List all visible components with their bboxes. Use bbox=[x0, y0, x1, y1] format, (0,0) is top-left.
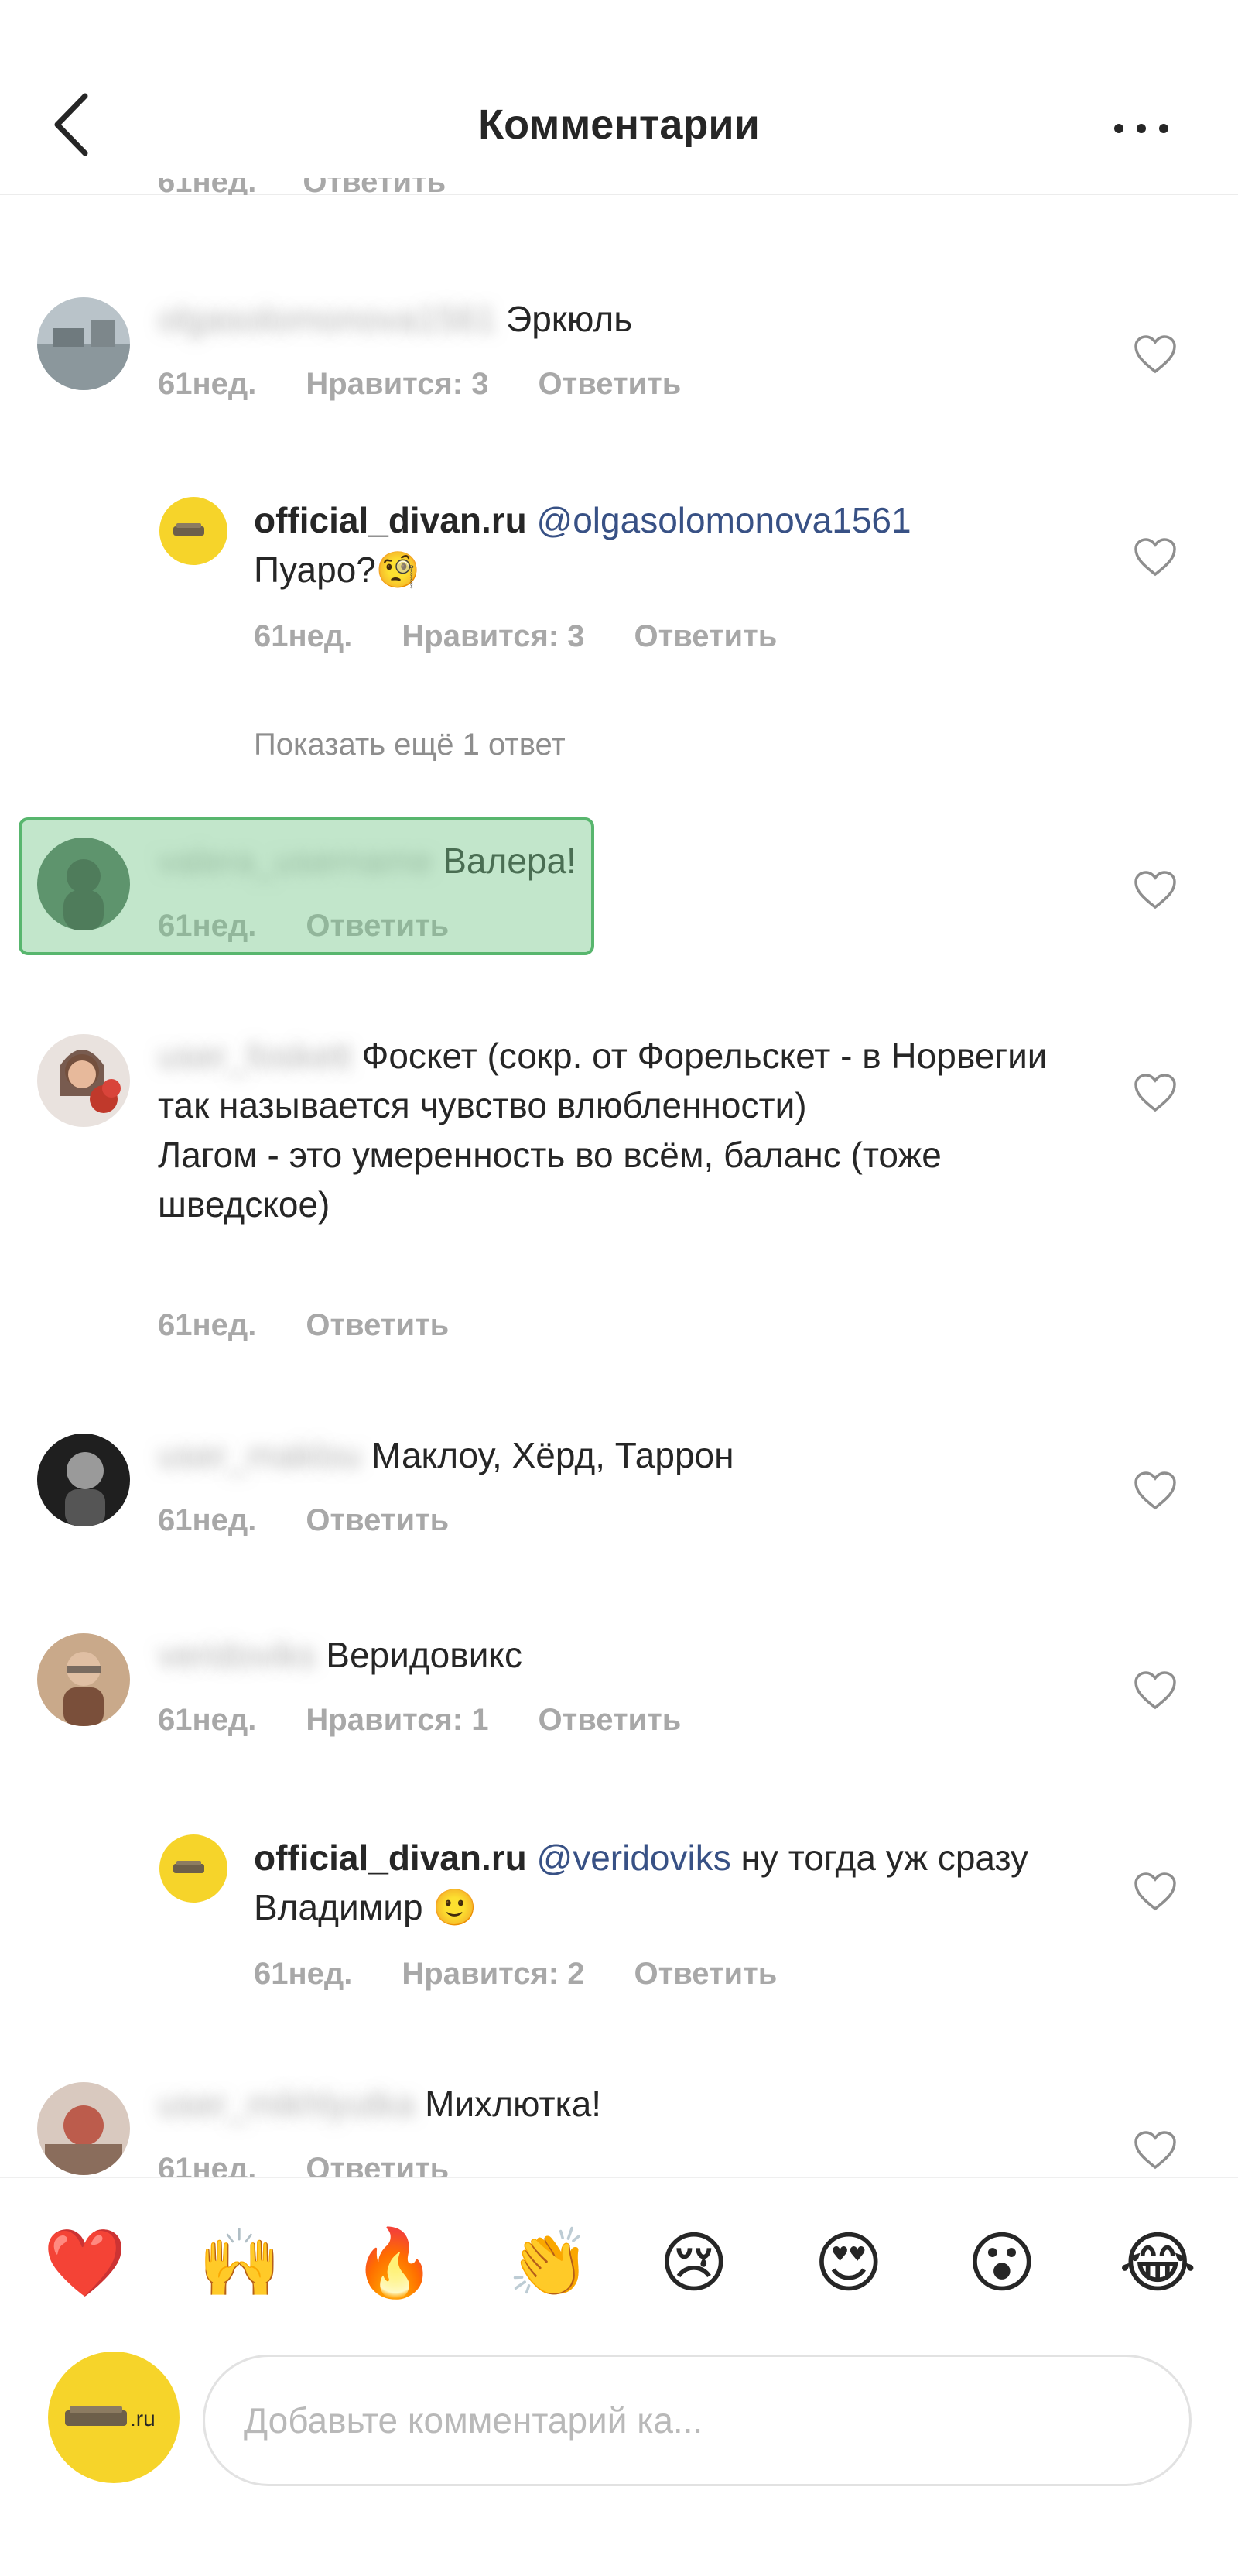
avatar[interactable] bbox=[37, 838, 130, 930]
reply-time: 61нед. bbox=[254, 1957, 353, 1991]
show-more-replies-button[interactable]: Показать ещё 1 ответ bbox=[254, 728, 566, 762]
avatar[interactable] bbox=[159, 1834, 227, 1903]
likes-count[interactable]: Нравится: 3 bbox=[306, 367, 488, 401]
mention-link[interactable]: @veridoviks bbox=[537, 1838, 731, 1878]
comment-username[interactable]: user_mikhlyutka bbox=[158, 2079, 415, 2129]
reply-username[interactable]: official_divan.ru bbox=[254, 500, 527, 540]
comment-username[interactable]: valera_username bbox=[158, 836, 433, 886]
comment-input[interactable]: Добавьте комментарий ка... bbox=[203, 2355, 1192, 2486]
page-title: Комментарии bbox=[478, 101, 760, 148]
comment-text: Эркюль bbox=[506, 299, 633, 339]
comment-time: 61нед. bbox=[158, 1703, 257, 1737]
reply-button[interactable]: Ответить bbox=[634, 619, 777, 653]
comment-username[interactable]: user_foskett bbox=[158, 1031, 352, 1081]
likes-count[interactable]: Нравится: 1 bbox=[306, 1703, 488, 1737]
emoji-surprised-button[interactable]: 😮 bbox=[967, 2225, 1037, 2302]
my-avatar: .ru bbox=[48, 2352, 180, 2483]
emoji-heart-button[interactable]: ❤️ bbox=[43, 2225, 126, 2302]
avatar[interactable] bbox=[37, 1633, 130, 1726]
emoji-quick-bar: ❤️ 🙌 🔥 👏 😢 😍 😮 😂 bbox=[0, 2177, 1238, 2331]
mention-link[interactable]: @olgasolomonova1561 bbox=[537, 500, 911, 540]
reply-username[interactable]: official_divan.ru bbox=[254, 1838, 527, 1878]
header-bar: Комментарии bbox=[0, 0, 1238, 195]
reply-button[interactable]: Ответить bbox=[538, 367, 681, 401]
avatar-logo-text: .ru bbox=[130, 2406, 156, 2430]
likes-count[interactable]: Нравится: 3 bbox=[402, 619, 584, 653]
emoji-crying-button[interactable]: 😢 bbox=[659, 2225, 729, 2302]
comment-username[interactable]: user_maklou bbox=[158, 1430, 361, 1480]
comment-text: Михлютка! bbox=[425, 2084, 602, 2124]
reply-button[interactable]: Ответить bbox=[538, 1703, 681, 1737]
reply-time: 61нед. bbox=[254, 619, 353, 653]
heart-outline-icon[interactable] bbox=[1134, 1073, 1177, 1113]
likes-count[interactable]: Нравится: 2 bbox=[402, 1957, 584, 1991]
comment-username[interactable]: olgasolomonova1561 bbox=[158, 294, 496, 344]
heart-outline-icon[interactable] bbox=[1134, 334, 1177, 375]
avatar[interactable] bbox=[37, 1434, 130, 1526]
comment-text: Веридовикс bbox=[326, 1635, 523, 1675]
avatar[interactable] bbox=[159, 497, 227, 565]
heart-outline-icon[interactable] bbox=[1134, 870, 1177, 910]
emoji-raised-hands-button[interactable]: 🙌 bbox=[198, 2225, 281, 2302]
more-dots-icon[interactable] bbox=[1106, 105, 1176, 152]
comment-text: Маклоу, Хёрд, Таррон bbox=[371, 1435, 734, 1475]
comment-composer: .ru Добавьте комментарий ка... bbox=[0, 2330, 1238, 2576]
heart-outline-icon[interactable] bbox=[1134, 1670, 1177, 1711]
reply-button[interactable]: Ответить bbox=[306, 1503, 449, 1537]
reply-text: Пуаро? bbox=[254, 550, 376, 590]
heart-outline-icon[interactable] bbox=[1134, 2130, 1177, 2170]
reply-button[interactable]: Ответить bbox=[634, 1957, 777, 1991]
comment-time: 61нед. bbox=[158, 1503, 257, 1537]
avatar[interactable] bbox=[37, 2082, 130, 2175]
heart-outline-icon[interactable] bbox=[1134, 1471, 1177, 1511]
heart-outline-icon[interactable] bbox=[1134, 1872, 1177, 1912]
emoji-laughing-button[interactable]: 😂 bbox=[1119, 2225, 1197, 2302]
emoji-clap-button[interactable]: 👏 bbox=[508, 2225, 590, 2302]
emoji-heart-eyes-button[interactable]: 😍 bbox=[814, 2225, 884, 2302]
comment-username[interactable]: veridoviks bbox=[158, 1630, 316, 1680]
emoji: 🧐 bbox=[375, 550, 421, 590]
comment-time: 61нед. bbox=[158, 367, 257, 401]
reply-button[interactable]: Ответить bbox=[306, 909, 449, 943]
partial-comment-meta: 61нед. Ответить bbox=[158, 178, 446, 195]
heart-outline-icon[interactable] bbox=[1134, 537, 1177, 577]
avatar[interactable] bbox=[37, 1034, 130, 1127]
reply-button[interactable]: Ответить bbox=[306, 1308, 449, 1342]
emoji: 🙂 bbox=[433, 1887, 477, 1927]
emoji-fire-button[interactable]: 🔥 bbox=[353, 2225, 436, 2302]
comment-time: 61нед. bbox=[158, 1308, 257, 1342]
comment-text-continued: Лагом - это умеренность во всём, баланс … bbox=[158, 1135, 942, 1225]
avatar[interactable] bbox=[37, 297, 130, 390]
comment-time: 61нед. bbox=[158, 909, 257, 943]
comment-text: Валера! bbox=[443, 841, 576, 881]
